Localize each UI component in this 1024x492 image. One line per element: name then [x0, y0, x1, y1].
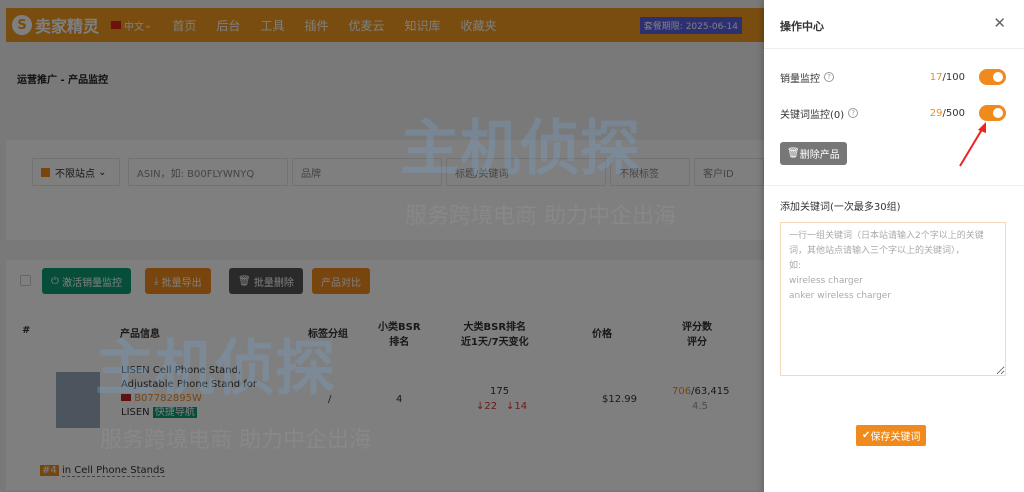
check-icon: ✔: [862, 430, 871, 441]
delete-product-label: 删除产品: [799, 150, 840, 161]
keyword-monitor-label: 关键词监控(0): [780, 109, 845, 121]
delete-product-button[interactable]: 🗑 删除产品: [780, 142, 847, 165]
help-icon[interactable]: ?: [848, 108, 859, 118]
keywords-textarea[interactable]: [780, 222, 1006, 376]
operation-drawer: 操作中心 ✕ 销量监控? 17/100 关键词监控(0)? 29/500 🗑 删除…: [764, 0, 1024, 492]
keyword-total: /500: [942, 107, 965, 119]
keyword-monitor-row: 关键词监控(0)? 29/500: [780, 105, 1006, 121]
sales-used: 17: [929, 71, 943, 83]
save-keywords-button[interactable]: ✔ 保存关键词: [856, 425, 927, 446]
trash-icon: 🗑: [787, 148, 800, 159]
divider: [764, 48, 1024, 49]
keyword-used: 29: [929, 107, 943, 119]
sales-monitor-toggle[interactable]: [979, 69, 1006, 85]
add-keywords-label: 添加关键词(一次最多30组): [780, 202, 901, 213]
divider: [764, 185, 1024, 186]
close-icon[interactable]: ✕: [993, 14, 1006, 32]
sales-monitor-row: 销量监控? 17/100: [780, 69, 1006, 85]
sales-monitor-label: 销量监控: [780, 73, 820, 85]
sales-total: /100: [942, 71, 965, 83]
keyword-monitor-toggle[interactable]: [979, 105, 1006, 121]
help-icon[interactable]: ?: [824, 72, 834, 82]
save-keywords-label: 保存关键词: [870, 432, 921, 443]
drawer-title: 操作中心: [780, 20, 824, 33]
modal-overlay[interactable]: [0, 0, 764, 492]
red-arrow-annotation: [959, 122, 986, 167]
